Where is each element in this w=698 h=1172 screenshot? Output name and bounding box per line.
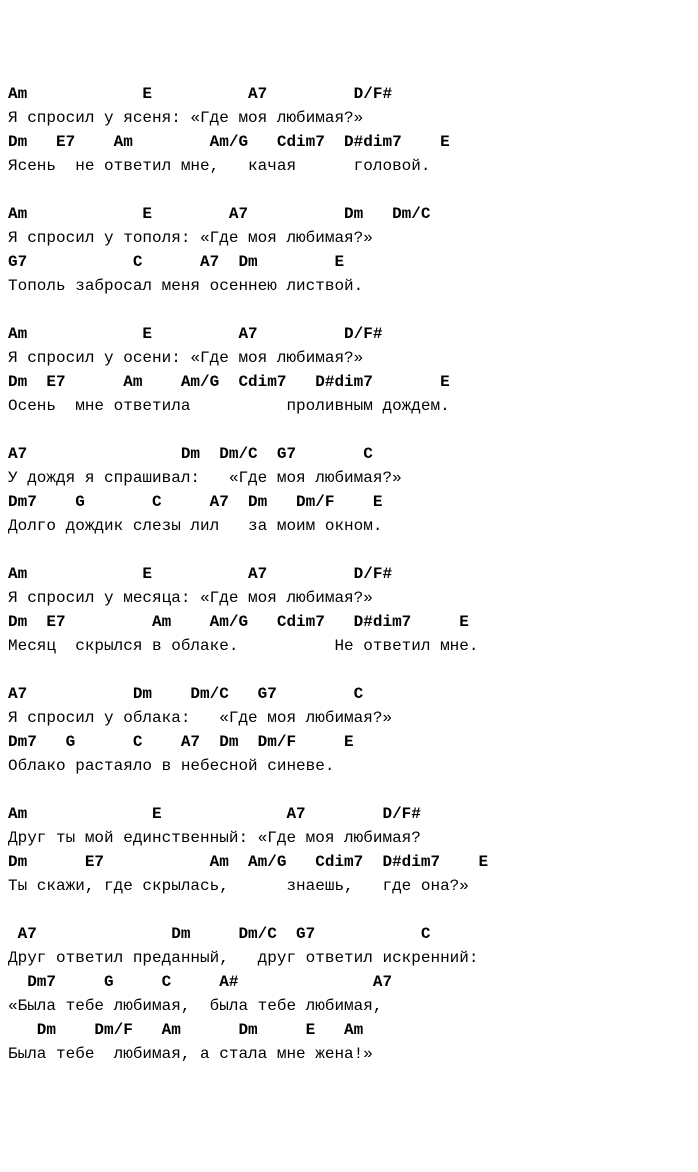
chord-line: Am E A7 D/F# (8, 82, 690, 106)
lyric-line: Друг ты мой единственный: «Где моя любим… (8, 826, 690, 850)
lyric-line: У дождя я спрашивал: «Где моя любимая?» (8, 466, 690, 490)
chord-line: Am E A7 Dm Dm/C (8, 202, 690, 226)
stanza: A7 Dm Dm/C G7 CУ дождя я спрашивал: «Где… (8, 442, 690, 538)
chord-line: A7 Dm Dm/C G7 C (8, 682, 690, 706)
chord-line: Dm7 G C A7 Dm Dm/F E (8, 730, 690, 754)
chord-line: Am E A7 D/F# (8, 322, 690, 346)
chord-line: G7 C A7 Dm E (8, 250, 690, 274)
lyric-line: Ты скажи, где скрылась, знаешь, где она?… (8, 874, 690, 898)
stanza: A7 Dm Dm/C G7 CДруг ответил преданный, д… (8, 922, 690, 1066)
chord-line: Am E A7 D/F# (8, 802, 690, 826)
chord-line: Dm Dm/F Am Dm E Am (8, 1018, 690, 1042)
chord-line: Dm E7 Am Am/G Cdim7 D#dim7 E (8, 850, 690, 874)
stanza: A7 Dm Dm/C G7 CЯ спросил у облака: «Где … (8, 682, 690, 778)
lyric-line: «Была тебе любимая, была тебе любимая, (8, 994, 690, 1018)
lyric-line: Я спросил у тополя: «Где моя любимая?» (8, 226, 690, 250)
chord-line: Dm E7 Am Am/G Cdim7 D#dim7 E (8, 130, 690, 154)
lyric-line: Я спросил у месяца: «Где моя любимая?» (8, 586, 690, 610)
lyric-line: Друг ответил преданный, друг ответил иск… (8, 946, 690, 970)
lyric-line: Была тебе любимая, а стала мне жена!» (8, 1042, 690, 1066)
lyric-line: Облако растаяло в небесной синеве. (8, 754, 690, 778)
lyric-line: Месяц скрылся в облаке. Не ответил мне. (8, 634, 690, 658)
lyric-line: Я спросил у облака: «Где моя любимая?» (8, 706, 690, 730)
chord-lyrics-sheet: Am E A7 D/F#Я спросил у ясеня: «Где моя … (8, 82, 690, 1066)
lyric-line: Долго дождик слезы лил за моим окном. (8, 514, 690, 538)
chord-line: Dm7 G C A# A7 (8, 970, 690, 994)
chord-line: A7 Dm Dm/C G7 C (8, 922, 690, 946)
lyric-line: Тополь забросал меня осеннею листвой. (8, 274, 690, 298)
stanza: Am E A7 D/F#Я спросил у месяца: «Где моя… (8, 562, 690, 658)
lyric-line: Я спросил у осени: «Где моя любимая?» (8, 346, 690, 370)
stanza: Am E A7 D/F#Я спросил у ясеня: «Где моя … (8, 82, 690, 178)
chord-line: A7 Dm Dm/C G7 C (8, 442, 690, 466)
lyric-line: Ясень не ответил мне, качая головой. (8, 154, 690, 178)
stanza: Am E A7 Dm Dm/CЯ спросил у тополя: «Где … (8, 202, 690, 298)
stanza: Am E A7 D/F#Друг ты мой единственный: «Г… (8, 802, 690, 898)
chord-line: Dm E7 Am Am/G Cdim7 D#dim7 E (8, 610, 690, 634)
lyric-line: Я спросил у ясеня: «Где моя любимая?» (8, 106, 690, 130)
chord-line: Dm7 G C A7 Dm Dm/F E (8, 490, 690, 514)
chord-line: Am E A7 D/F# (8, 562, 690, 586)
lyric-line: Осень мне ответила проливным дождем. (8, 394, 690, 418)
chord-line: Dm E7 Am Am/G Cdim7 D#dim7 E (8, 370, 690, 394)
stanza: Am E A7 D/F#Я спросил у осени: «Где моя … (8, 322, 690, 418)
